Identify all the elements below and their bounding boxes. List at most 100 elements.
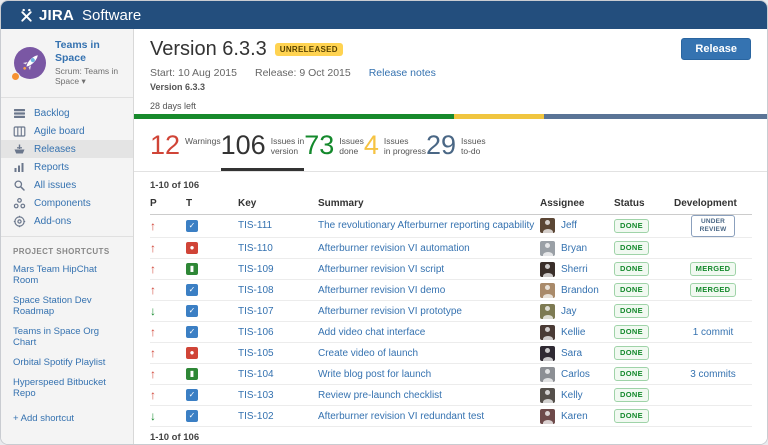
col-status[interactable]: Status	[614, 193, 674, 215]
releases-icon	[13, 143, 26, 156]
sidebar-nav-item[interactable]: Releases	[1, 140, 133, 159]
development-badge[interactable]: MERGED	[689, 262, 737, 276]
sidebar-nav-item[interactable]: Reports	[1, 158, 133, 176]
assignee-link[interactable]: Sara	[561, 348, 582, 359]
issue-summary-link[interactable]: Afterburner revision VI redundant test	[318, 411, 484, 422]
assignee-link[interactable]: Kelly	[561, 390, 583, 401]
issue-key-link[interactable]: TIS-107	[238, 306, 274, 317]
sidebar-nav-label[interactable]: Reports	[34, 162, 69, 173]
issue-key-link[interactable]: TIS-105	[238, 348, 274, 359]
project-name[interactable]: Teams in Space	[55, 39, 125, 64]
shortcut-link[interactable]: Orbital Spotify Playlist	[13, 357, 121, 368]
task-icon: ✓	[186, 219, 198, 232]
sidebar-nav-item[interactable]: Components	[1, 194, 133, 212]
stat-label: Issues in progress	[383, 135, 426, 156]
project-header[interactable]: Teams in Space Scrum: Teams in Space ▾	[1, 29, 133, 99]
development-badge[interactable]: MERGED	[689, 283, 737, 297]
col-priority[interactable]: P	[150, 193, 186, 215]
release-notes-link[interactable]: Release notes	[369, 67, 436, 79]
shortcuts-heading: PROJECT SHORTCUTS	[13, 247, 110, 257]
assignee-avatar	[540, 261, 555, 277]
assignee-link[interactable]: Sherri	[561, 264, 588, 275]
col-type[interactable]: T	[186, 193, 238, 215]
assignee-avatar	[540, 345, 555, 361]
status-badge: DONE	[614, 283, 649, 297]
issue-key-link[interactable]: TIS-109	[238, 264, 274, 275]
issue-key-link[interactable]: TIS-111	[238, 220, 272, 231]
assignee-link[interactable]: Kellie	[561, 327, 585, 338]
task-icon: ✓	[186, 389, 198, 401]
board-switcher[interactable]: Scrum: Teams in Space ▾	[55, 66, 125, 87]
issue-key-link[interactable]: TIS-102	[238, 411, 274, 422]
bug-icon: ●	[186, 347, 198, 359]
issue-key-link[interactable]: TIS-106	[238, 327, 274, 338]
add-shortcut-link[interactable]: + Add shortcut	[13, 413, 121, 424]
assignee-link[interactable]: Karen	[561, 411, 588, 422]
sidebar-nav-item[interactable]: Backlog	[1, 104, 133, 122]
development-badge[interactable]: UNDER REVIEW	[691, 214, 735, 237]
priority-down-icon: ↓	[150, 409, 156, 423]
release-button[interactable]: Release	[681, 38, 751, 60]
issue-summary-link[interactable]: Review pre-launch checklist	[318, 390, 442, 401]
sidebar-nav-label[interactable]: Releases	[34, 144, 76, 155]
issue-key-link[interactable]: TIS-103	[238, 390, 274, 401]
stat-tab[interactable]: 73 Issues done	[304, 131, 364, 171]
assignee-link[interactable]: Brandon	[561, 285, 599, 296]
assignee-avatar	[540, 387, 555, 403]
issue-summary-link[interactable]: Afterburner revision VI demo	[318, 285, 445, 296]
issue-key-link[interactable]: TIS-104	[238, 369, 274, 380]
issue-summary-link[interactable]: Afterburner revision VI prototype	[318, 306, 462, 317]
issue-summary-link[interactable]: Create video of launch	[318, 348, 418, 359]
col-assignee[interactable]: Assignee	[540, 193, 614, 215]
main-content: Version 6.3.3 UNRELEASED Release Start: …	[134, 29, 767, 444]
stat-label: Issues in version	[270, 135, 305, 156]
assignee-link[interactable]: Bryan	[561, 243, 587, 254]
development-badge[interactable]: 3 commits	[690, 369, 736, 380]
col-summary[interactable]: Summary	[318, 193, 540, 215]
top-navigation-bar: JIRA Software	[1, 1, 767, 29]
shortcut-link[interactable]: Teams in Space Org Chart	[13, 326, 121, 348]
jira-logo[interactable]: JIRA Software	[19, 7, 141, 24]
stat-tab[interactable]: 29 Issues to-do	[425, 129, 486, 171]
sidebar: Teams in Space Scrum: Teams in Space ▾ B…	[1, 29, 134, 444]
issue-key-link[interactable]: TIS-110	[238, 243, 273, 254]
story-icon: ▮	[186, 263, 198, 275]
issue-row: ↓ ✓ TIS-107 Afterburner revision VI prot…	[150, 300, 752, 322]
sidebar-nav-item[interactable]: Agile board	[1, 122, 133, 140]
issue-summary-link[interactable]: Write blog post for launch	[318, 369, 431, 380]
sidebar-nav-label[interactable]: All issues	[34, 180, 76, 191]
sidebar-nav-item[interactable]: All issues	[1, 176, 133, 194]
issue-summary-link[interactable]: Add video chat interface	[318, 327, 425, 338]
stat-tab[interactable]: 12 Warnings	[150, 131, 221, 171]
shortcut-link[interactable]: Hyperspeed Bitbucket Repo	[13, 377, 121, 399]
stat-tab[interactable]: 4 Issues in progress	[364, 131, 426, 171]
issue-summary-link[interactable]: Afterburner revision VI script	[318, 264, 444, 275]
days-left-label: 28 days left	[150, 101, 197, 111]
col-key[interactable]: Key	[238, 193, 318, 215]
stat-tab[interactable]: 106 Issues in version	[220, 131, 305, 171]
issue-key-link[interactable]: TIS-108	[238, 285, 274, 296]
status-badge: DONE	[614, 346, 649, 360]
assignee-link[interactable]: Carlos	[561, 369, 590, 380]
sidebar-nav-label[interactable]: Agile board	[34, 126, 85, 137]
issue-row: ↑ ● TIS-105 Create video of launch Sara …	[150, 342, 752, 364]
issue-summary-link[interactable]: Afterburner revision VI automation	[318, 243, 470, 254]
assignee-avatar	[540, 218, 555, 234]
sidebar-nav-label[interactable]: Backlog	[34, 108, 70, 119]
shortcut-link[interactable]: Space Station Dev Roadmap	[13, 295, 121, 317]
sidebar-nav-label[interactable]: Components	[34, 198, 91, 209]
assignee-link[interactable]: Jay	[561, 306, 577, 317]
shortcut-link[interactable]: Mars Team HipChat Room	[13, 264, 121, 286]
assignee-link[interactable]: Jeff	[561, 220, 577, 231]
development-badge[interactable]: 1 commit	[693, 327, 734, 338]
issue-row: ↓ ✓ TIS-102 Afterburner revision VI redu…	[150, 405, 752, 427]
col-development[interactable]: Development	[674, 193, 752, 215]
project-shortcuts: PROJECT SHORTCUTS Mars Team HipChat Room…	[1, 237, 133, 434]
issue-summary-link[interactable]: The revolutionary Afterburner reporting …	[318, 220, 534, 231]
status-badge: DONE	[614, 409, 649, 423]
stat-value: 29	[425, 129, 457, 160]
issue-row: ↑ ✓ TIS-106 Add video chat interface Kel…	[150, 321, 752, 343]
sidebar-nav-item[interactable]: Add-ons	[1, 212, 133, 230]
sidebar-nav-label[interactable]: Add-ons	[34, 216, 71, 227]
issue-row: ↑ ▮ TIS-104 Write blog post for launch C…	[150, 363, 752, 385]
